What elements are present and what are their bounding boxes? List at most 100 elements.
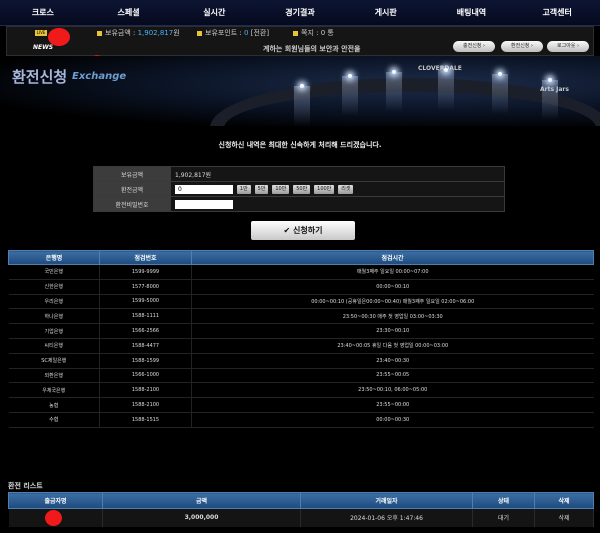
point-label: 보유포인트 : (205, 29, 245, 37)
maintenance-time: 23:55~00:05 (191, 368, 594, 384)
delete-link[interactable]: 삭제 (534, 508, 594, 527)
amount-input[interactable]: 0 (175, 184, 233, 194)
table-row: 하나은행 1588-1111 23:50~00:30 매주 첫 영업일 03:00~… (8, 308, 594, 325)
bank-name: 우체국은행 (8, 382, 100, 399)
memo-stat: 쪽지 : 0 통 (293, 27, 334, 39)
logout-button[interactable]: 로그아웃 › (547, 41, 589, 52)
bank-phone: 1588-1111 (99, 308, 192, 325)
balance-field-label: 보유금액 (93, 166, 171, 182)
light-beam (438, 70, 454, 110)
balance-unit: 원 (173, 29, 180, 37)
table-row: 기업은행 1566-2566 23:30~00:10 (8, 323, 594, 339)
table-header-row: 출금자명 금액 거래일자 상태 삭제 (8, 492, 594, 509)
table-row: 우체국은행 1588-2100 23:50~00:10, 06:00~05:00 (8, 382, 594, 399)
maintenance-time: 23:55~00:00 (191, 397, 594, 413)
bank-phone: 1588-1515 (99, 412, 192, 428)
form-row-balance: 보유금액 1,902,817원 (93, 166, 505, 182)
exchange-password-input[interactable] (175, 199, 233, 209)
table-row: 국민은행 1599-9999 매월3째주 일요일 00:00~07:00 (8, 264, 594, 280)
exchange-request-label: 환전신청 (511, 43, 530, 49)
memo-unit: 통 (327, 29, 334, 37)
table-row: 씨티은행 1588-4477 23:40~00:05 휴일 다음 첫 영업일 00:… (8, 338, 594, 354)
add-10k-button[interactable]: 1만 (236, 184, 251, 194)
bank-name: 국민은행 (8, 264, 100, 280)
nav-item-live[interactable]: 실시간 (171, 0, 257, 25)
nav-item-support[interactable]: 고객센터 (514, 0, 600, 25)
column-header-status: 상태 (472, 492, 535, 509)
add-1m-button[interactable]: 100만 (314, 184, 335, 194)
bank-name: 수협 (8, 412, 100, 428)
column-header-phone: 점검번호 (99, 250, 192, 265)
live-badge: LIVE (35, 30, 47, 36)
memo-label: 쪽지 : (301, 29, 321, 37)
redaction-mark (45, 510, 62, 526)
light-beam (386, 72, 402, 112)
balance-field-value: 1,902,817원 (170, 166, 505, 182)
nav-item-results[interactable]: 경기결과 (257, 0, 343, 25)
bank-name: 하나은행 (8, 308, 100, 325)
page-subtitle: Exchange (72, 71, 127, 82)
bank-name: SC제일은행 (8, 353, 100, 369)
exchange-date: 2024-01-06 오후 1:47:46 (300, 508, 473, 527)
page-title: 환전신청 (12, 68, 68, 86)
point-stat: 보유포인트 : 0 [전환] (197, 27, 269, 39)
bank-phone: 1566-1000 (99, 368, 192, 384)
maintenance-time: 23:50~00:30 매주 첫 영업일 03:00~03:30 (191, 308, 594, 325)
exchange-form: 보유금액 1,902,817원 환전금액 0 1만 5만 10만 50만 100… (93, 166, 505, 212)
maintenance-time: 23:40~00:30 (191, 353, 594, 369)
password-field-cell (170, 196, 505, 212)
point-convert-link[interactable]: [전환] (251, 29, 269, 37)
bank-name: 외환은행 (8, 368, 100, 384)
add-50k-button[interactable]: 5만 (254, 184, 269, 194)
bank-phone: 1566-2566 (99, 323, 192, 339)
maintenance-time: 23:50~00:10, 06:00~05:00 (191, 382, 594, 399)
bank-phone: 1599-5000 (99, 294, 192, 310)
light-beam (294, 86, 310, 126)
bank-phone: 1577-8000 (99, 279, 192, 295)
logout-label: 로그아웃 (557, 43, 576, 49)
amount-field-cell: 0 1만 5만 10만 50만 100만 리셋 (170, 181, 505, 197)
exchange-amount: 3,000,000 (102, 508, 301, 527)
bullet-icon (97, 30, 102, 36)
add-500k-button[interactable]: 50만 (293, 184, 311, 194)
bullet-icon (293, 30, 298, 36)
account-status-bar: LIVE 보유금액 : 1,902,817원 보유포인트 : 0 [전환] 쪽지… (6, 26, 594, 56)
add-100k-button[interactable]: 10만 (272, 184, 290, 194)
nav-item-special[interactable]: 스페셜 (86, 0, 172, 25)
exchange-status: 대기 (472, 508, 535, 527)
redaction-mark (48, 28, 70, 46)
light-beam (342, 76, 358, 116)
table-row: 우리은행 1599-5000 00:00~00:10 (공휴일은00:00~00:4… (8, 294, 594, 310)
table-row: 농협 1588-2100 23:55~00:00 (8, 397, 594, 413)
maintenance-time: 23:30~00:10 (191, 323, 594, 339)
balance-stat: 보유금액 : 1,902,817원 (97, 27, 180, 39)
amount-field-label: 환전금액 (93, 181, 171, 197)
memo-value: 0 (320, 29, 326, 37)
nav-item-board[interactable]: 게시판 (343, 0, 429, 25)
column-header-bank: 은행명 (8, 250, 100, 265)
bullet-icon (197, 30, 202, 36)
column-header-date: 거래일자 (300, 492, 473, 509)
submit-request-label: 신청하기 (293, 226, 323, 235)
bank-name: 우리은행 (8, 294, 100, 310)
column-header-time: 점검시간 (191, 250, 594, 265)
form-row-password: 환전비밀번호 (93, 196, 505, 212)
nav-item-cross[interactable]: 크로스 (0, 0, 86, 25)
exchange-request-button[interactable]: 환전신청 › (501, 41, 543, 52)
bank-phone: 1599-9999 (99, 264, 192, 280)
news-ticker: 계하는 회원님들의 보안과 안전을 (263, 45, 361, 53)
check-icon: ✔ (283, 226, 291, 235)
reset-amount-button[interactable]: 리셋 (338, 184, 354, 194)
deposit-request-button[interactable]: 충전신청 › (453, 41, 495, 52)
password-field-label: 환전비밀번호 (93, 196, 171, 212)
column-header-withdrawer: 출금자명 (8, 492, 103, 509)
submit-request-button[interactable]: ✔ 신청하기 (251, 221, 355, 240)
bank-name: 농협 (8, 397, 100, 413)
nav-item-bet-history[interactable]: 배팅내역 (429, 0, 515, 25)
exchange-list-table: 출금자명 금액 거래일자 상태 삭제 3,000,000 2024-01-06 … (8, 492, 594, 527)
bank-name: 씨티은행 (8, 338, 100, 354)
maintenance-time: 00:00~00:10 (191, 279, 594, 295)
processing-notice: 신청하신 내역은 최대한 신속하게 처리해 드리겠습니다. (218, 141, 382, 149)
bank-phone: 1588-4477 (99, 338, 192, 354)
maintenance-time: 23:40~00:05 휴일 다음 첫 영업일 00:00~03:00 (191, 338, 594, 354)
